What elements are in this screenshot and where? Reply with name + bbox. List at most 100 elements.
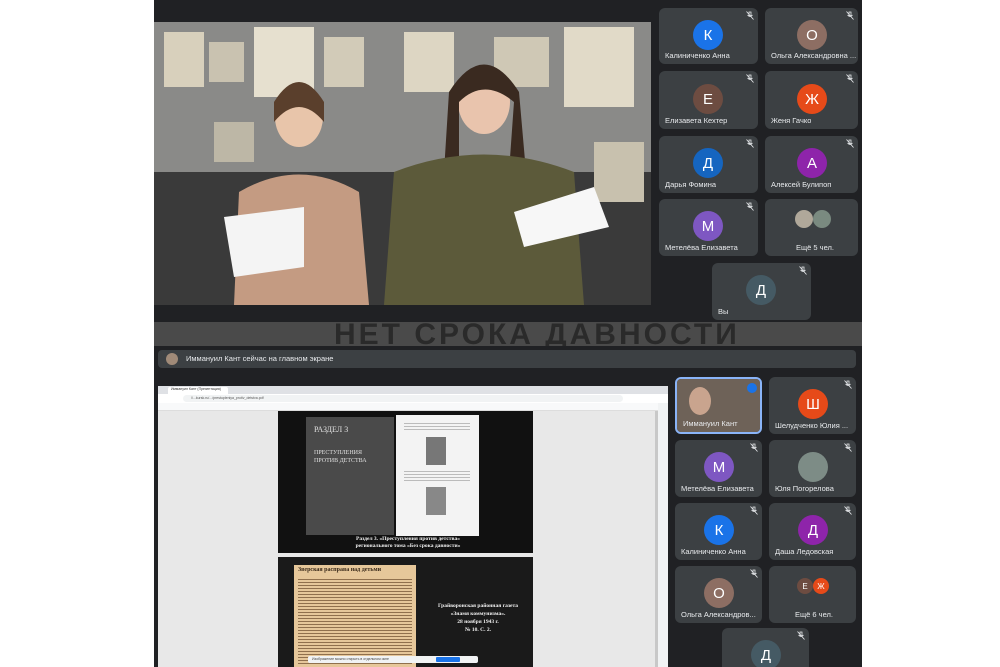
mic-muted-icon bbox=[746, 202, 754, 211]
mic-muted-icon bbox=[750, 569, 758, 578]
participant-tile[interactable]: Юля Погорелова bbox=[769, 440, 856, 497]
avatar bbox=[795, 210, 813, 228]
participant-tile[interactable]: М Метелёва Елизавета bbox=[675, 440, 762, 497]
pdf-toolbar bbox=[158, 403, 668, 411]
participant-tile[interactable]: Ж Женя Гачко bbox=[765, 71, 858, 129]
mic-muted-icon bbox=[746, 74, 754, 83]
browser-tab[interactable]: Иммануил Кант (Презентация) bbox=[168, 387, 228, 394]
mic-muted-icon bbox=[799, 266, 807, 275]
text-lines bbox=[404, 421, 470, 431]
avatar bbox=[798, 452, 828, 482]
avatar: Д bbox=[798, 515, 828, 545]
mic-muted-icon bbox=[750, 443, 758, 452]
text-lines bbox=[404, 469, 470, 483]
participant-tile[interactable]: О Ольга Александровна ... bbox=[765, 8, 858, 64]
archival-photo bbox=[426, 437, 446, 465]
section-title: ПРЕСТУПЛЕНИЯ ПРОТИВ ДЕТСТВА bbox=[314, 450, 367, 464]
avatar: А bbox=[797, 148, 827, 178]
mic-muted-icon bbox=[846, 74, 854, 83]
mic-muted-icon bbox=[844, 443, 852, 452]
avatar: Е bbox=[693, 84, 723, 114]
more-participants-label: Ещё 6 чел. bbox=[795, 610, 833, 619]
shared-screen: Иммануил Кант (Презентация) //...kursk.r… bbox=[158, 386, 668, 667]
participant-name: Калиниченко Анна bbox=[665, 51, 730, 60]
participant-name: Дарья Фомина bbox=[665, 180, 717, 189]
avatar: М bbox=[693, 211, 723, 241]
more-participants-tile[interactable]: Ещё 5 чел. bbox=[765, 199, 858, 256]
browser-tab-bar: Иммануил Кант (Презентация) bbox=[158, 386, 668, 394]
participant-tile[interactable]: Д Даша Ледовская bbox=[769, 503, 856, 560]
participant-name: Даша Ледовская bbox=[775, 547, 834, 556]
participant-name: Алексей Булипоп bbox=[771, 180, 832, 189]
participant-tile[interactable]: М Метелёва Елизавета bbox=[659, 199, 758, 256]
participant-tile[interactable]: Ш Шелудченко Юлия ... bbox=[769, 377, 856, 434]
participant-name: Иммануил Кант bbox=[683, 419, 738, 428]
main-speaker-video bbox=[154, 22, 651, 305]
pdf-page-2: Зверская расправа над детьми Грайворонск… bbox=[278, 557, 533, 667]
participant-name: Ольга Александровна ... bbox=[771, 51, 857, 60]
participant-name: Ольга Александров... bbox=[681, 610, 756, 619]
participant-tile[interactable]: Д Дарья Фомина bbox=[659, 136, 758, 193]
address-bar[interactable]: //...kursk.ru/.../prestupleniya_protiv_d… bbox=[183, 395, 623, 402]
participant-name: Юля Погорелова bbox=[775, 484, 834, 493]
browser-sidebar bbox=[658, 403, 668, 667]
self-tile[interactable]: Д bbox=[722, 628, 809, 667]
slide-caption-line: № 10. С. 2. bbox=[465, 627, 491, 633]
presenting-banner-text: Иммануил Кант сейчас на главном экране bbox=[186, 354, 334, 363]
presenter-face bbox=[689, 387, 711, 415]
avatar: Е bbox=[797, 578, 813, 594]
participant-name: Калиниченко Анна bbox=[681, 547, 746, 556]
book-page bbox=[396, 415, 479, 536]
participant-name: Вы bbox=[718, 307, 729, 316]
participant-tile[interactable]: К Калиниченко Анна bbox=[659, 8, 758, 64]
clipping-header: Зверская расправа над детьми bbox=[298, 567, 382, 573]
status-text: Изображение можно открыть в отдельном ок… bbox=[312, 657, 389, 661]
stop-share-button[interactable] bbox=[436, 657, 460, 662]
avatar: Ж bbox=[813, 578, 829, 594]
mic-muted-icon bbox=[846, 139, 854, 148]
avatar: О bbox=[797, 20, 827, 50]
avatar: К bbox=[693, 20, 723, 50]
ribbon-text: НЕТ СРОКА ДАВНОСТИ bbox=[334, 322, 740, 346]
tab-title: Иммануил Кант (Презентация) bbox=[171, 387, 221, 391]
newspaper-clipping: Зверская расправа над детьми bbox=[294, 565, 416, 667]
slide-caption-line: Грайворонская районная газета bbox=[437, 603, 518, 609]
participant-name: Шелудченко Юлия ... bbox=[775, 421, 849, 430]
more-participants-tile[interactable]: Е Ж Ещё 6 чел. bbox=[769, 566, 856, 623]
participant-name: Елизавета Кехтер bbox=[665, 116, 728, 125]
slide-caption-line: 28 ноября 1943 г. bbox=[457, 619, 499, 625]
presenter-tile[interactable]: Иммануил Кант bbox=[675, 377, 762, 434]
participant-name: Метелёва Елизавета bbox=[665, 243, 738, 252]
speaking-icon bbox=[747, 383, 757, 393]
mic-muted-icon bbox=[844, 506, 852, 515]
mic-muted-icon bbox=[844, 380, 852, 389]
participant-name: Метелёва Елизавета bbox=[681, 484, 754, 493]
slide-caption: Раздел 3. «Преступления против детства» … bbox=[355, 536, 461, 549]
title-ribbon: НЕТ СРОКА ДАВНОСТИ bbox=[154, 322, 862, 346]
section-label: РАЗДЕЛ 3 bbox=[314, 425, 349, 434]
avatar: Ш bbox=[798, 389, 828, 419]
mic-muted-icon bbox=[750, 506, 758, 515]
participant-tile[interactable]: Е Елизавета Кехтер bbox=[659, 71, 758, 129]
self-tile[interactable]: Д Вы bbox=[712, 263, 811, 320]
avatar bbox=[813, 210, 831, 228]
address-url: //...kursk.ru/.../prestupleniya_protiv_d… bbox=[191, 396, 264, 400]
participant-tile[interactable]: О Ольга Александров... bbox=[675, 566, 762, 623]
avatar: Д bbox=[746, 275, 776, 305]
mic-muted-icon bbox=[746, 139, 754, 148]
avatar: К bbox=[704, 515, 734, 545]
mic-muted-icon bbox=[746, 11, 754, 20]
archival-photo bbox=[426, 487, 446, 515]
avatar: О bbox=[704, 578, 734, 608]
pdf-page-1: РАЗДЕЛ 3 ПРЕСТУПЛЕНИЯ ПРОТИВ ДЕТСТВА Раз… bbox=[278, 411, 533, 553]
mic-muted-icon bbox=[797, 631, 805, 640]
participant-name: Женя Гачко bbox=[771, 116, 812, 125]
participant-tile[interactable]: К Калиниченко Анна bbox=[675, 503, 762, 560]
avatar: Д bbox=[693, 148, 723, 178]
avatar: М bbox=[704, 452, 734, 482]
presenter-avatar bbox=[166, 353, 178, 365]
more-participants-label: Ещё 5 чел. bbox=[796, 243, 834, 252]
presenting-banner: Иммануил Кант сейчас на главном экране bbox=[158, 350, 856, 368]
participant-tile[interactable]: А Алексей Булипоп bbox=[765, 136, 858, 193]
avatar: Ж bbox=[797, 84, 827, 114]
